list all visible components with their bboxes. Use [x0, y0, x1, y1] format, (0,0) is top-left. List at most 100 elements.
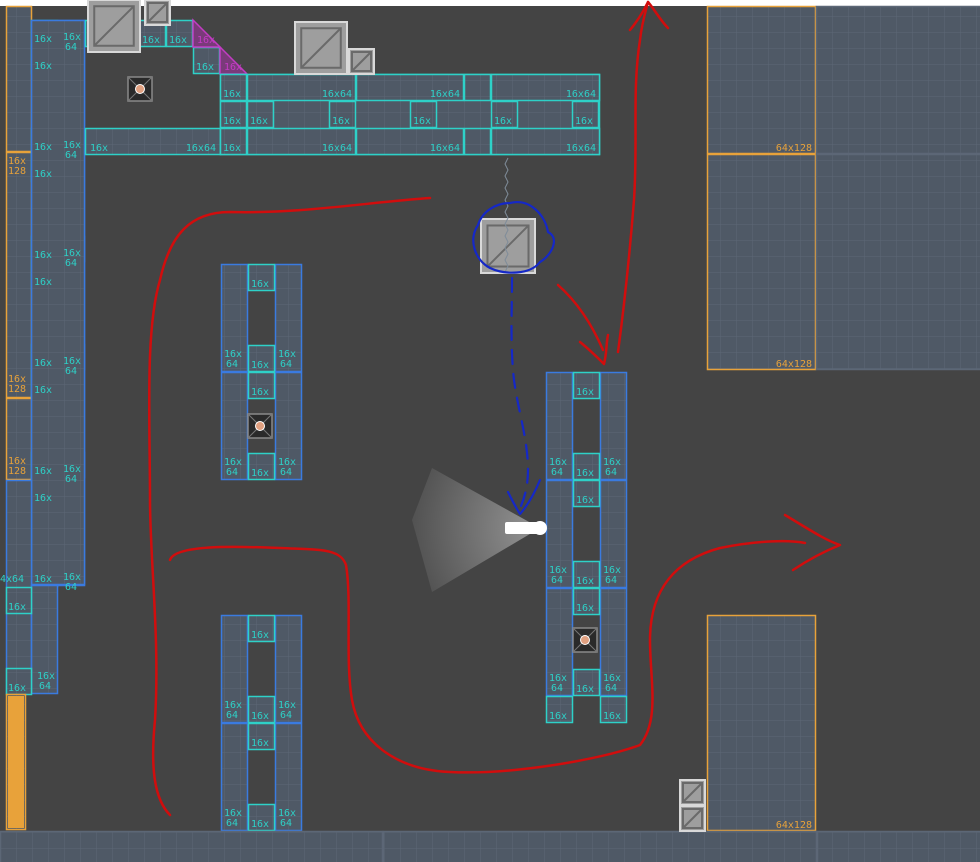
tile-size-label: 64: [551, 467, 563, 478]
wall-block[interactable]: [815, 5, 980, 155]
tile-size-label: 16x: [34, 277, 52, 288]
orange-block[interactable]: [706, 5, 817, 155]
tile-size-label: 16x: [575, 116, 593, 127]
tile-size-label: 64: [551, 575, 563, 586]
orange-block[interactable]: [706, 153, 817, 371]
tile-size-label: 4x64: [0, 574, 24, 585]
tile-size-label: 16x: [251, 279, 269, 290]
tile-size-label: 64: [280, 359, 292, 370]
tile-size-label: 16x: [34, 61, 52, 72]
tile-size-label: 64: [65, 366, 77, 377]
tile-size-label: 16x64: [430, 143, 460, 154]
tile-size-label: 64: [65, 42, 77, 53]
tile-size-label: 16x: [603, 711, 621, 722]
tile-size-label: 16x: [576, 387, 594, 398]
cyan-tile[interactable]: [463, 73, 492, 102]
turret-core: [135, 84, 145, 94]
tile-size-label: 64x128: [776, 143, 812, 154]
tile-size-label: 16x: [494, 116, 512, 127]
player-flashlight[interactable]: [533, 521, 547, 535]
tile-size-label: 16x: [251, 468, 269, 479]
tile-size-label: 64: [551, 683, 563, 694]
tile-size-label: 64: [605, 467, 617, 478]
floor-tile[interactable]: [816, 830, 980, 862]
tile-size-label: 16x: [34, 574, 52, 585]
tile-size-label: 16x: [34, 250, 52, 261]
tile-size-label: 16x: [549, 711, 567, 722]
floor-tile[interactable]: [382, 830, 818, 862]
tile-size-label: 16x: [34, 142, 52, 153]
tile-size-label: 64: [280, 710, 292, 721]
tile-size-label: 16x: [576, 603, 594, 614]
red-arrowhead-up: [628, 0, 670, 32]
red-path-up: [616, 0, 650, 354]
tile-size-label: 64x128: [776, 359, 812, 370]
tile-size-label: 64: [65, 258, 77, 269]
tile-size-label: 16x: [34, 169, 52, 180]
tile-size-label: 128: [8, 166, 26, 177]
tile-size-label: 16x: [224, 62, 242, 73]
tile-size-label: 16x: [576, 468, 594, 479]
tile-size-label: 128: [8, 466, 26, 477]
level-map: 16x 128 16x 128 16x 128 16x 16x 16x 16x 16x 16x 16x 1…: [0, 0, 980, 862]
tile-size-label: 16x: [251, 360, 269, 371]
tile-size-label: 16x64: [322, 89, 352, 100]
tile-size-label: 16x: [223, 116, 241, 127]
wall-block[interactable]: [815, 153, 980, 371]
tile-size-label: 16x: [197, 35, 215, 46]
tile-size-label: 16x: [8, 602, 26, 613]
tile-size-label: 64: [226, 359, 238, 370]
tile-size-label: 64: [226, 467, 238, 478]
tile-size-label: 16x: [223, 143, 241, 154]
tile-size-label: 16x: [34, 358, 52, 369]
tile-size-label: 64: [280, 467, 292, 478]
tile-size-label: 16x: [576, 576, 594, 587]
tile-size-label: 16x: [142, 35, 160, 46]
tile-size-label: 16x: [34, 466, 52, 477]
cyan-tile[interactable]: [463, 127, 492, 156]
tile-size-label: 16x: [169, 35, 187, 46]
tile-size-label: 16x64: [566, 89, 596, 100]
tile-size-label: 16x: [332, 116, 350, 127]
tile-size-label: 128: [8, 384, 26, 395]
tile-size-label: 16x64: [186, 143, 216, 154]
tile-size-label: 16x64: [430, 89, 460, 100]
tile-size-label: 16x: [8, 683, 26, 694]
tile-size-label: 16x: [196, 62, 214, 73]
turret-core: [255, 421, 265, 431]
tile-size-label: 16x: [413, 116, 431, 127]
tile-size-label: 16x: [251, 738, 269, 749]
turret-core: [580, 635, 590, 645]
tile-size-label: 16x: [34, 385, 52, 396]
tile-size-label: 16x: [223, 89, 241, 100]
tile-size-label: 64: [65, 582, 77, 593]
tile-size-label: 16x64: [322, 143, 352, 154]
floor-tile[interactable]: [0, 830, 384, 862]
tile-size-label: 64: [605, 575, 617, 586]
tile-size-label: 16x: [576, 495, 594, 506]
orange-block[interactable]: [5, 151, 33, 399]
tile-size-label: 64: [226, 710, 238, 721]
tile-size-label: 16x: [250, 116, 268, 127]
tile-size-label: 64: [65, 150, 77, 161]
tile-size-label: 16x64: [566, 143, 596, 154]
tile-size-label: 64: [39, 681, 51, 692]
tile-size-label: 16x: [34, 493, 52, 504]
tile-size-label: 64: [65, 474, 77, 485]
tile-size-label: 64: [280, 818, 292, 829]
orange-block[interactable]: [5, 5, 33, 153]
level-editor-viewport[interactable]: 16x 128 16x 128 16x 128 16x 16x 16x 16x 16x 16x 16x 1…: [0, 0, 980, 862]
blue-dashed-path: [510, 276, 530, 514]
tile-size-label: 16x: [251, 387, 269, 398]
red-arrow-down: [556, 283, 605, 352]
orange-pillar-fill: [8, 696, 24, 828]
tile-size-label: 64: [226, 818, 238, 829]
tile-size-label: 16x: [90, 143, 108, 154]
tile-size-label: 16x: [34, 34, 52, 45]
tile-size-label: 16x: [576, 684, 594, 695]
orange-block[interactable]: [706, 614, 817, 832]
tile-size-label: 16x: [251, 711, 269, 722]
tile-size-label: 64x128: [776, 820, 812, 831]
tile-size-label: 16x: [251, 630, 269, 641]
tile-size-label: 16x: [251, 819, 269, 830]
